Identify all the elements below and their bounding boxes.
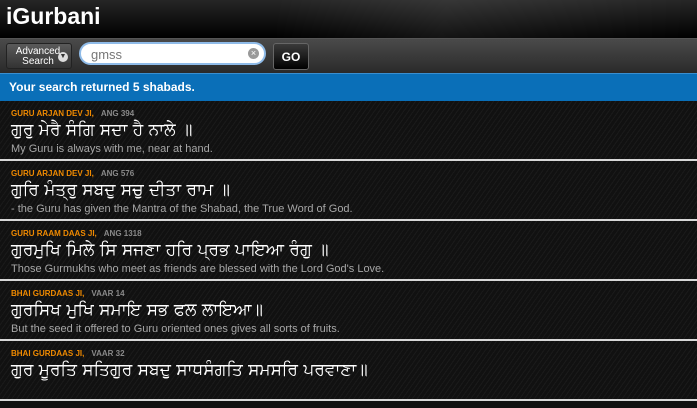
result-source: ANG 576 [100, 169, 135, 178]
search-input[interactable] [91, 46, 241, 62]
clear-icon[interactable]: × [248, 48, 259, 59]
go-button[interactable]: GO [273, 43, 309, 70]
result-gurmukhi: ਗੁਰੁ ਮੇਰੈ ਸੰਗਿ ਸਦਾ ਹੈ ਨਾਲੇ ॥ [11, 120, 193, 140]
search-field[interactable]: × [79, 42, 266, 65]
result-gurmukhi: ਗੁਰਮੁਖਿ ਮਿਲੇ ਸਿ ਸਜਣਾ ਹਰਿ ਪ੍ਰਭ ਪਾਇਆ ਰੰਗੁ … [11, 240, 329, 260]
result-author: GURU ARJAN DEV JI, [11, 169, 94, 178]
result-item[interactable]: GURU ARJAN DEV JI, ANG 394 ਗੁਰੁ ਮੇਰੈ ਸੰਗਿ… [0, 101, 697, 161]
result-author: BHAI GURDAAS JI, [11, 289, 85, 298]
result-translation: My Guru is always with me, near at hand. [11, 143, 213, 155]
result-author: GURU ARJAN DEV JI, [11, 109, 94, 118]
result-meta: GURU RAAM DAAS JI, ANG 1318 [11, 229, 142, 238]
results-count-banner: Your search returned 5 shabads. [0, 73, 697, 101]
app-title: iGurbani [6, 3, 101, 29]
result-translation: But the seed it offered to Guru oriented… [11, 323, 340, 335]
result-item[interactable]: BHAI GURDAAS JI, VAAR 14 ਗੁਰਸਿਖ ਮੁਖਿ ਸਮਾਇ… [0, 281, 697, 341]
results-list: GURU ARJAN DEV JI, ANG 394 ਗੁਰੁ ਮੇਰੈ ਸੰਗਿ… [0, 101, 697, 401]
result-translation: Those Gurmukhs who meet as friends are b… [11, 263, 385, 275]
result-meta: BHAI GURDAAS JI, VAAR 14 [11, 289, 125, 298]
result-source: VAAR 14 [91, 289, 125, 298]
result-source: ANG 394 [100, 109, 135, 118]
result-item[interactable]: GURU ARJAN DEV JI, ANG 576 ਗੁਰਿ ਮੰਤ੍ਰੁ ਸਬ… [0, 161, 697, 221]
result-translation: - the Guru has given the Mantra of the S… [11, 203, 353, 215]
result-author: GURU RAAM DAAS JI, [11, 229, 97, 238]
advanced-search-label-line2: Search [22, 56, 54, 67]
result-meta: BHAI GURDAAS JI, VAAR 32 [11, 349, 125, 358]
result-source: ANG 1318 [103, 229, 142, 238]
result-meta: GURU ARJAN DEV JI, ANG 394 [11, 109, 134, 118]
result-meta: GURU ARJAN DEV JI, ANG 576 [11, 169, 134, 178]
title-gloss [277, 0, 697, 38]
advanced-search-button[interactable]: Advanced Search ▼ [6, 43, 72, 69]
result-source: VAAR 32 [91, 349, 125, 358]
result-gurmukhi: ਗੁਰਸਿਖ ਮੁਖਿ ਸਮਾਇ ਸਭ ਫਲ ਲਾਇਆ॥ [11, 300, 263, 320]
result-gurmukhi: ਗੁਰ ਮੂਰਤਿ ਸਤਿਗੁਰ ਸਬਦੁ ਸਾਧਸੰਗਤਿ ਸਮਸਰਿ ਪਰਵ… [11, 360, 368, 380]
result-gurmukhi: ਗੁਰਿ ਮੰਤ੍ਰੁ ਸਬਦੁ ਸਚੁ ਦੀਤਾ ਰਾਮ ॥ [11, 180, 230, 200]
result-item[interactable]: BHAI GURDAAS JI, VAAR 32 ਗੁਰ ਮੂਰਤਿ ਸਤਿਗੁਰ… [0, 341, 697, 401]
title-bar: iGurbani [0, 0, 697, 38]
result-item[interactable]: GURU RAAM DAAS JI, ANG 1318 ਗੁਰਮੁਖਿ ਮਿਲੇ … [0, 221, 697, 281]
result-author: BHAI GURDAAS JI, [11, 349, 85, 358]
chevron-down-icon: ▼ [58, 52, 68, 62]
search-bar: Advanced Search ▼ × GO [0, 38, 697, 73]
